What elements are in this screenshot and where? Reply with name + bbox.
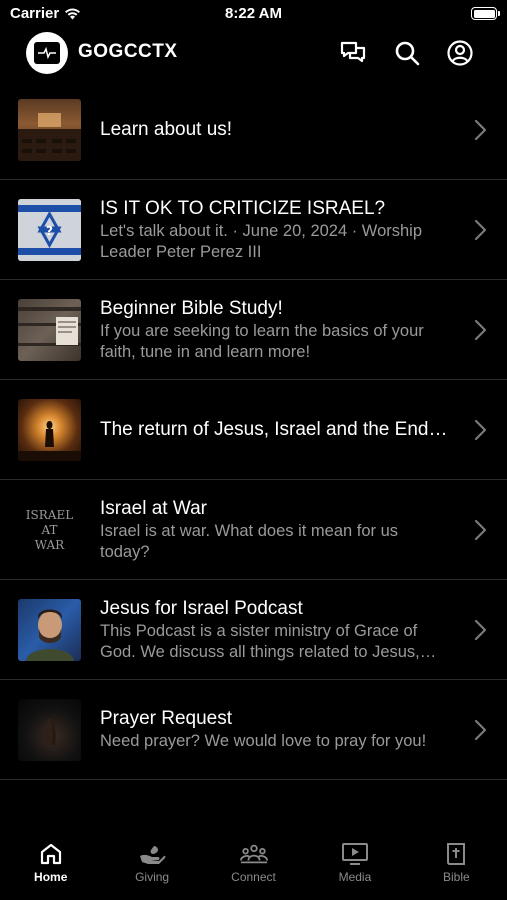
chat-icon[interactable] <box>339 39 367 67</box>
tab-label: Bible <box>442 870 470 884</box>
logo-mark-icon <box>34 42 60 64</box>
thumb-text-line: AT <box>41 522 58 537</box>
item-title: Prayer Request <box>100 708 233 729</box>
item-subtitle: Israel is at war. What does it mean for … <box>100 521 399 561</box>
item-subtitle: This Podcast is a sister ministry of Gra… <box>100 621 420 661</box>
item-title: Beginner Bible Study! <box>100 297 283 319</box>
search-icon[interactable] <box>393 39 421 67</box>
media-icon <box>341 840 369 868</box>
return-of-jesus-thumbnail <box>18 399 81 461</box>
home-icon <box>37 840 65 868</box>
list-item[interactable]: Jesus for Israel Podcast This Podcast is… <box>0 580 507 680</box>
thumb-text-line: ISRAEL <box>25 507 74 522</box>
thumb-text-line: WAR <box>34 537 65 552</box>
bible-icon <box>442 840 470 868</box>
tab-bar: Home Giving Connect Media Bible <box>0 834 507 900</box>
chevron-right-icon <box>474 719 487 741</box>
tab-media[interactable]: Media <box>304 834 405 900</box>
item-subtitle: If you are seeking to learn the basics o… <box>100 321 424 361</box>
tab-bible[interactable]: Bible <box>406 834 507 900</box>
item-title: Learn about us! <box>100 119 233 140</box>
chevron-right-icon <box>474 619 487 641</box>
status-bar: Carrier 8:22 AM <box>0 0 507 28</box>
connect-icon <box>239 840 268 868</box>
giving-icon <box>138 840 166 868</box>
content-list: Learn about us! ? IS IT OK TO CRITICIZE … <box>0 80 507 780</box>
church-interior-thumbnail <box>18 99 81 161</box>
prayer-thumbnail <box>18 699 81 761</box>
item-title: IS IT OK TO CRITICIZE ISRAEL? <box>100 197 386 219</box>
chevron-right-icon <box>474 319 487 341</box>
item-subtitle: Need prayer? We would love to pray for y… <box>100 732 427 750</box>
bible-study-thumbnail <box>18 299 81 361</box>
chevron-right-icon <box>474 519 487 541</box>
tab-label: Home <box>34 870 68 884</box>
item-title: Israel at War <box>100 497 207 519</box>
tab-label: Connect <box>231 870 276 884</box>
list-item[interactable]: ? IS IT OK TO CRITICIZE ISRAEL? Let's ta… <box>0 180 507 280</box>
app-header: GOGCCTX <box>0 30 507 78</box>
tab-connect[interactable]: Connect <box>203 834 304 900</box>
item-title: Jesus for Israel Podcast <box>100 597 303 619</box>
tab-giving[interactable]: Giving <box>101 834 202 900</box>
tab-home[interactable]: Home <box>0 834 101 900</box>
list-item[interactable]: ISRAEL AT WAR Israel at War Israel is at… <box>0 480 507 580</box>
tab-label: Media <box>338 870 372 884</box>
tab-label: Giving <box>135 870 170 884</box>
list-item[interactable]: Prayer Request Need prayer? We would lov… <box>0 680 507 780</box>
item-title: The return of Jesus, Israel and the End … <box>100 419 452 440</box>
list-item[interactable]: Beginner Bible Study! If you are seeking… <box>0 280 507 380</box>
battery-icon <box>471 7 500 20</box>
israel-flag-thumbnail: ? <box>18 199 81 261</box>
church-logo[interactable] <box>26 32 68 74</box>
status-time: 8:22 AM <box>225 5 282 22</box>
account-icon[interactable] <box>446 39 474 67</box>
chevron-right-icon <box>474 419 487 441</box>
item-subtitle: Let's talk about it. · June 20, 2024 · W… <box>100 221 423 261</box>
app-title: GOGCCTX <box>78 41 178 62</box>
podcast-thumbnail <box>18 599 81 661</box>
chevron-right-icon <box>474 219 487 241</box>
list-item[interactable]: Learn about us! <box>0 80 507 180</box>
svg-text:?: ? <box>46 224 53 238</box>
chevron-right-icon <box>474 119 487 141</box>
israel-at-war-thumbnail: ISRAEL AT WAR <box>18 499 81 561</box>
list-item[interactable]: The return of Jesus, Israel and the End … <box>0 380 507 480</box>
